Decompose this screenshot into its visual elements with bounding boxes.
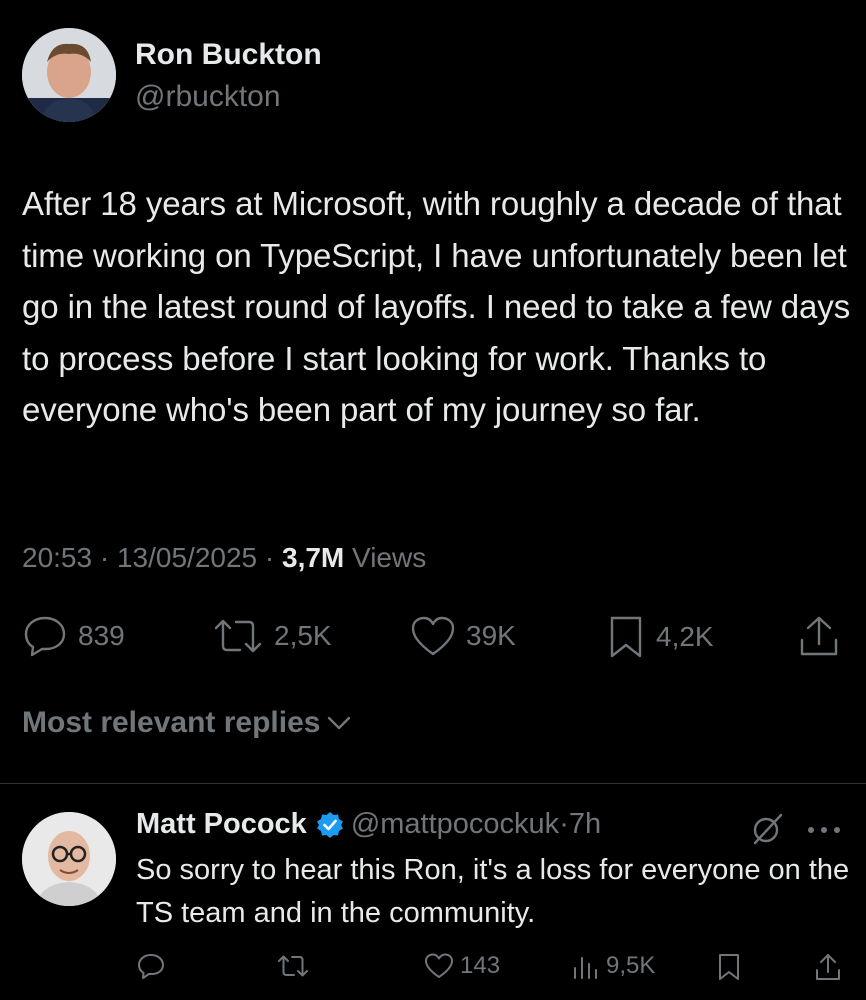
reply-views-count: 9,5K (606, 952, 656, 979)
share-icon (816, 954, 840, 980)
bookmark-button[interactable]: 4,2K (606, 614, 714, 660)
reply-reply-button[interactable] (136, 952, 166, 980)
meta-separator: · (559, 808, 569, 840)
reply-age[interactable]: 7h (569, 808, 601, 841)
reply-button[interactable]: 839 (22, 614, 125, 658)
grok-icon[interactable] (750, 812, 784, 851)
reply-bookmark-button[interactable] (716, 952, 742, 982)
bookmark-count: 4,2K (656, 621, 714, 652)
repost-count: 2,5K (274, 620, 332, 651)
author-handle[interactable]: @rbuckton (135, 80, 281, 114)
meta-separator: · (264, 542, 282, 573)
tweet-date[interactable]: 13/05/2025 (117, 542, 257, 573)
bookmark-icon (610, 616, 642, 658)
repost-icon (278, 955, 308, 977)
analytics-icon (574, 957, 597, 979)
reply-like-count: 143 (460, 952, 501, 979)
bookmark-icon (719, 954, 739, 980)
share-icon (800, 616, 838, 656)
reply-author-avatar[interactable] (22, 812, 116, 906)
verified-badge-icon (316, 811, 343, 838)
like-button[interactable]: 39K (410, 614, 516, 658)
reply-like-button[interactable]: 143 (424, 952, 500, 980)
tweet-time[interactable]: 20:53 (22, 542, 92, 573)
author-name[interactable]: Ron Buckton (135, 38, 322, 72)
replies-filter-label: Most relevant replies (22, 706, 321, 739)
reply-author-name[interactable]: Matt Pocock (136, 808, 307, 841)
reply-count: 839 (78, 620, 125, 651)
heart-icon (425, 953, 453, 978)
divider (0, 783, 866, 784)
repost-icon (214, 619, 262, 653)
share-button[interactable] (798, 614, 840, 658)
reply-text: So sorry to hear this Ron, it's a loss f… (136, 854, 850, 929)
views-label: Views (352, 542, 427, 573)
tweet-text: After 18 years at Microsoft, with roughl… (22, 185, 851, 428)
repost-button[interactable]: 2,5K (212, 614, 332, 658)
views-count: 3,7M (282, 542, 345, 573)
author-avatar[interactable] (22, 28, 116, 122)
reply-repost-button[interactable] (276, 952, 310, 980)
heart-icon (411, 616, 455, 656)
reply-header: Matt Pocock @mattpocockuk · 7h (136, 808, 601, 841)
chevron-down-icon (328, 716, 351, 730)
reply-views-button[interactable]: 9,5K (570, 952, 655, 980)
like-count: 39K (466, 620, 516, 651)
meta-separator: · (99, 542, 117, 573)
reply-share-button[interactable] (814, 952, 842, 982)
reply-icon (24, 616, 66, 657)
replies-filter-dropdown[interactable]: Most relevant replies (22, 706, 352, 740)
reply-icon (138, 954, 164, 979)
reply-author-handle[interactable]: @mattpocockuk (351, 808, 559, 841)
more-options-icon[interactable] (806, 822, 842, 840)
tweet-meta: 20:53 · 13/05/2025 · 3,7M Views (22, 542, 426, 574)
